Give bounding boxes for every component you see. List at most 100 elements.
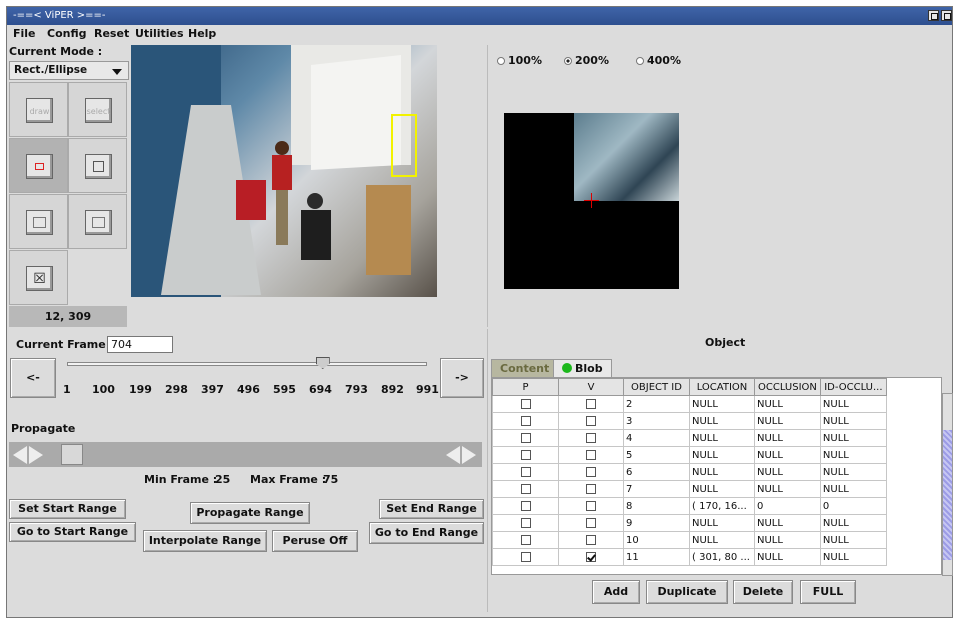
v-checkbox-unchecked[interactable] [586,449,596,460]
propagate-range-bar[interactable] [9,442,482,467]
occlusion-cell[interactable]: NULL [754,514,821,532]
location-cell[interactable]: ( 170, 16... [689,497,755,515]
delete-button[interactable]: Delete [733,580,793,604]
object-id-cell[interactable]: 11 [623,548,690,566]
table-row[interactable]: 3 NULL NULL NULL [492,412,887,430]
object-bounding-box[interactable] [391,114,417,177]
location-cell[interactable]: NULL [689,395,755,413]
p-checkbox-unchecked[interactable] [520,534,531,545]
location-cell[interactable]: NULL [689,463,755,481]
set-start-range-button[interactable]: Set Start Range [9,499,126,519]
rectangle-tool-button[interactable] [9,138,68,193]
propagate-range-button[interactable]: Propagate Range [190,502,310,524]
table-row[interactable]: 9 NULL NULL NULL [492,514,887,532]
id-occlusion-cell[interactable]: NULL [819,446,887,464]
full-button[interactable]: FULL [800,580,856,604]
arrow-left-icon[interactable] [446,446,460,464]
peruse-off-button[interactable]: Peruse Off [272,530,358,552]
occlusion-cell[interactable]: 0 [754,497,821,515]
v-checkbox-unchecked[interactable] [586,415,596,426]
occlusion-cell[interactable]: NULL [754,412,821,430]
arrow-right-icon[interactable] [462,446,476,464]
v-checkbox-unchecked[interactable] [586,466,596,477]
p-checkbox-unchecked[interactable] [520,398,531,409]
occlusion-cell[interactable]: NULL [754,531,821,549]
p-checkbox-unchecked[interactable] [520,449,531,460]
id-occlusion-cell[interactable]: NULL [819,412,887,430]
v-checkbox-unchecked[interactable] [586,398,596,409]
next-frame-button[interactable]: -> [440,358,484,398]
p-checkbox-unchecked[interactable] [520,466,531,477]
occlusion-cell[interactable]: NULL [754,429,821,447]
column-header-id-occlusion[interactable]: ID-OCCLU... [819,378,887,396]
occlusion-cell[interactable]: NULL [754,395,821,413]
menu-help[interactable]: Help [188,27,216,40]
object-id-cell[interactable]: 7 [623,480,690,498]
table-row[interactable]: 2 NULL NULL NULL [492,395,887,413]
table-row[interactable]: 5 NULL NULL NULL [492,446,887,464]
column-header-v[interactable]: V [558,378,624,396]
column-header-occlusion[interactable]: OCCLUSION [754,378,821,396]
v-checkbox-unchecked[interactable] [586,500,596,511]
table-row[interactable]: 6 NULL NULL NULL [492,463,887,481]
object-id-cell[interactable]: 5 [623,446,690,464]
location-cell[interactable]: NULL [689,446,755,464]
draw-tool-button[interactable]: draw [9,82,68,137]
menu-reset[interactable]: Reset [94,27,129,40]
column-header-p[interactable]: P [492,378,559,396]
v-checkbox-unchecked[interactable] [586,517,596,528]
id-occlusion-cell[interactable]: NULL [819,531,887,549]
set-end-range-button[interactable]: Set End Range [379,499,484,519]
ellipse-tool-button[interactable] [9,194,68,249]
location-cell[interactable]: NULL [689,429,755,447]
tab-content[interactable]: Content [491,359,559,377]
interpolate-range-button[interactable]: Interpolate Range [143,530,267,552]
menu-config[interactable]: Config [47,27,87,40]
propagate-range-handle[interactable] [61,444,83,465]
zoom-400-radio[interactable]: 400% [636,54,681,67]
table-row[interactable]: 8( 170, 16... 0 0 [492,497,887,515]
object-id-cell[interactable]: 6 [623,463,690,481]
p-checkbox-unchecked[interactable] [520,517,531,528]
occlusion-cell[interactable]: NULL [754,548,821,566]
location-cell[interactable]: ( 301, 80 ... [689,548,755,566]
go-to-start-range-button[interactable]: Go to Start Range [9,522,136,542]
table-row[interactable]: 10 NULL NULL NULL [492,531,887,549]
id-occlusion-cell[interactable]: NULL [819,463,887,481]
column-header-object-id[interactable]: OBJECT ID [623,378,690,396]
mode-select[interactable]: Rect./Ellipse [9,61,129,80]
id-occlusion-cell[interactable]: NULL [819,514,887,532]
menu-utilities[interactable]: Utilities [135,27,184,40]
id-occlusion-cell[interactable]: 0 [819,497,887,515]
maximize-button[interactable] [941,10,952,21]
object-id-cell[interactable]: 8 [623,497,690,515]
resize-tool-button[interactable] [68,194,127,249]
p-checkbox-unchecked[interactable] [520,551,531,562]
frame-slider[interactable] [67,362,427,366]
tab-blob[interactable]: Blob [553,359,612,377]
object-id-cell[interactable]: 4 [623,429,690,447]
id-occlusion-cell[interactable]: NULL [819,480,887,498]
v-checkbox-unchecked[interactable] [586,432,596,443]
p-checkbox-unchecked[interactable] [520,483,531,494]
zoom-200-radio[interactable]: 200% [564,54,609,67]
table-scrollbar[interactable] [942,393,953,576]
table-row[interactable]: 11( 301, 80 ... NULL NULL [492,548,887,566]
go-to-end-range-button[interactable]: Go to End Range [369,522,484,544]
table-row[interactable]: 7 NULL NULL NULL [492,480,887,498]
column-header-location[interactable]: LOCATION [689,378,755,396]
minimize-button[interactable] [928,10,939,21]
object-id-cell[interactable]: 9 [623,514,690,532]
scrollbar-thumb[interactable] [943,430,952,560]
v-checkbox-unchecked[interactable] [586,534,596,545]
p-checkbox-unchecked[interactable] [520,500,531,511]
move-down-tool-button[interactable] [68,138,127,193]
location-cell[interactable]: NULL [689,514,755,532]
id-occlusion-cell[interactable]: NULL [819,429,887,447]
id-occlusion-cell[interactable]: NULL [819,548,887,566]
select-tool-button[interactable]: select [68,82,127,137]
v-checkbox-unchecked[interactable] [586,483,596,494]
table-row[interactable]: 4 NULL NULL NULL [492,429,887,447]
add-button[interactable]: Add [592,580,640,604]
p-checkbox-unchecked[interactable] [520,432,531,443]
